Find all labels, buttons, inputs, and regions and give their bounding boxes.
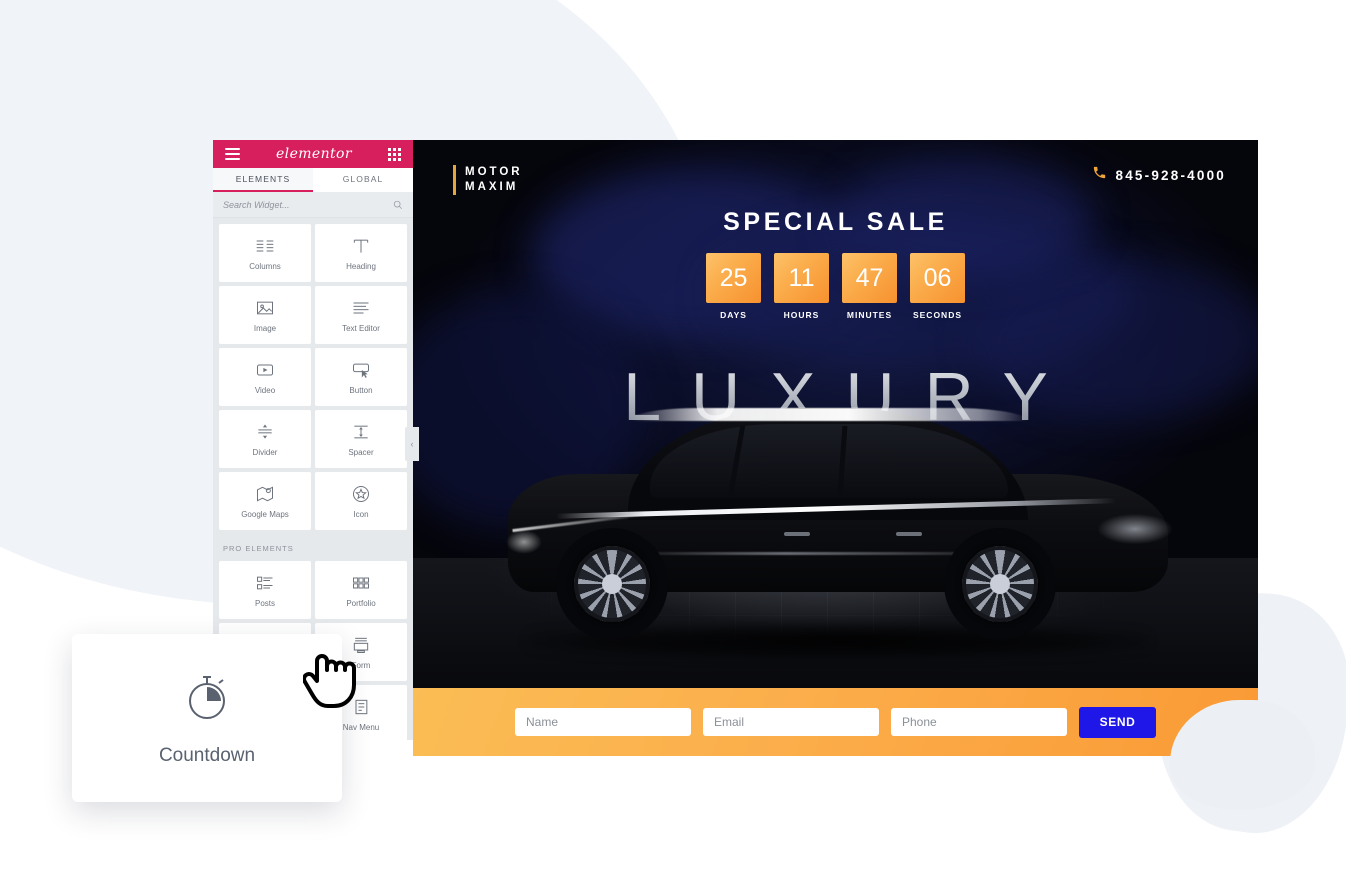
logo-line-1: MOTOR (465, 166, 523, 178)
widget-portfolio[interactable]: Portfolio (315, 561, 407, 619)
widget-divider[interactable]: Divider (219, 410, 311, 468)
name-input[interactable] (515, 708, 691, 736)
site-logo[interactable]: MOTOR MAXIM (453, 165, 523, 195)
hamburger-icon[interactable] (225, 148, 240, 160)
button-icon (350, 360, 372, 380)
countdown-value: 47 (842, 253, 897, 303)
widget-label: Text Editor (342, 323, 380, 333)
widget-label: Divider (252, 447, 278, 457)
widget-label: Image (253, 323, 277, 333)
divider-icon (254, 422, 276, 442)
image-icon (254, 298, 276, 318)
countdown-value: 11 (774, 253, 829, 303)
widget-video[interactable]: Video (219, 348, 311, 406)
widget-label: Portfolio (346, 598, 376, 608)
widget-label: Posts (254, 598, 275, 608)
luxury-car-image (498, 402, 1178, 662)
search-icon (393, 200, 403, 209)
widget-label: Columns (249, 261, 281, 271)
tab-global[interactable]: GLOBAL (313, 168, 413, 192)
widget-image[interactable]: Image (219, 286, 311, 344)
panel-header: elementor (213, 140, 413, 168)
countdown-unit: 06 SECONDS (910, 253, 965, 320)
star-icon (350, 484, 372, 504)
countdown-label: MINUTES (846, 310, 893, 320)
tab-elements[interactable]: ELEMENTS (213, 168, 313, 192)
widget-columns[interactable]: Columns (219, 224, 311, 282)
widget-label: Heading (346, 261, 376, 271)
widget-label: Google Maps (241, 509, 289, 519)
decorative-blob-overlay (1170, 700, 1315, 810)
website-preview-canvas[interactable]: LUXURY MOTOR MAXIM 845-928-4000 SPECIAL … (413, 140, 1258, 756)
columns-icon (254, 236, 276, 256)
widget-icon[interactable]: Icon (315, 472, 407, 530)
panel-tabs: ELEMENTS GLOBAL (213, 168, 413, 192)
widget-text-editor[interactable]: Text Editor (315, 286, 407, 344)
phone-number: 845-928-4000 (1115, 167, 1226, 183)
search-widget-row[interactable]: Search Widget... (213, 192, 413, 218)
countdown-timer: 25 DAYS 11 HOURS 47 MINUTES 06 SECONDS (413, 253, 1258, 320)
mouse-cursor-pointer (302, 648, 363, 725)
panel-collapse-handle[interactable]: ‹ (405, 427, 419, 461)
search-input[interactable]: Search Widget... (223, 200, 289, 210)
widget-button[interactable]: Button (315, 348, 407, 406)
pro-elements-heading: PRO ELEMENTS (223, 544, 294, 553)
contact-form-bar: SEND (413, 688, 1258, 756)
widget-label: Video (254, 385, 276, 395)
widget-posts[interactable]: Posts (219, 561, 311, 619)
widget-label: Icon (353, 509, 369, 519)
sale-title: SPECIAL SALE (723, 208, 948, 236)
posts-icon (254, 573, 276, 593)
countdown-unit: 47 MINUTES (842, 253, 897, 320)
site-header: MOTOR MAXIM 845-928-4000 (413, 140, 1258, 212)
stopwatch-icon (183, 670, 231, 727)
countdown-label: SECONDS (912, 310, 963, 320)
countdown-value: 25 (706, 253, 761, 303)
countdown-label: DAYS (720, 310, 747, 320)
widget-google-maps[interactable]: Google Maps (219, 472, 311, 530)
elementor-logo: elementor (276, 146, 352, 162)
countdown-unit: 25 DAYS (706, 253, 761, 320)
spacer-icon (350, 422, 372, 442)
widget-label: Button (349, 385, 373, 395)
video-icon (254, 360, 276, 380)
phone-icon (1092, 165, 1107, 185)
widget-grid: Columns Heading Image Text Editor Video … (213, 218, 413, 536)
widget-label: Spacer (348, 447, 374, 457)
logo-accent-bar (453, 165, 456, 195)
countdown-value: 06 (910, 253, 965, 303)
header-phone[interactable]: 845-928-4000 (1092, 165, 1226, 185)
countdown-unit: 11 HOURS (774, 253, 829, 320)
countdown-card-label: Countdown (158, 744, 256, 766)
text-editor-icon (350, 298, 372, 318)
widget-heading[interactable]: Heading (315, 224, 407, 282)
portfolio-icon (350, 573, 372, 593)
widget-spacer[interactable]: Spacer (315, 410, 407, 468)
heading-icon (350, 236, 372, 256)
send-button[interactable]: SEND (1079, 706, 1156, 738)
grid-apps-icon[interactable] (387, 147, 401, 161)
logo-line-2: MAXIM (465, 181, 519, 193)
countdown-widget-card[interactable]: Countdown (72, 634, 342, 802)
countdown-label: HOURS (783, 310, 820, 320)
phone-input[interactable] (891, 708, 1067, 736)
google-maps-icon (254, 484, 276, 504)
email-input[interactable] (703, 708, 879, 736)
screenshot-stage: LUXURY MOTOR MAXIM 845-928-4000 SPECIAL … (0, 0, 1346, 876)
